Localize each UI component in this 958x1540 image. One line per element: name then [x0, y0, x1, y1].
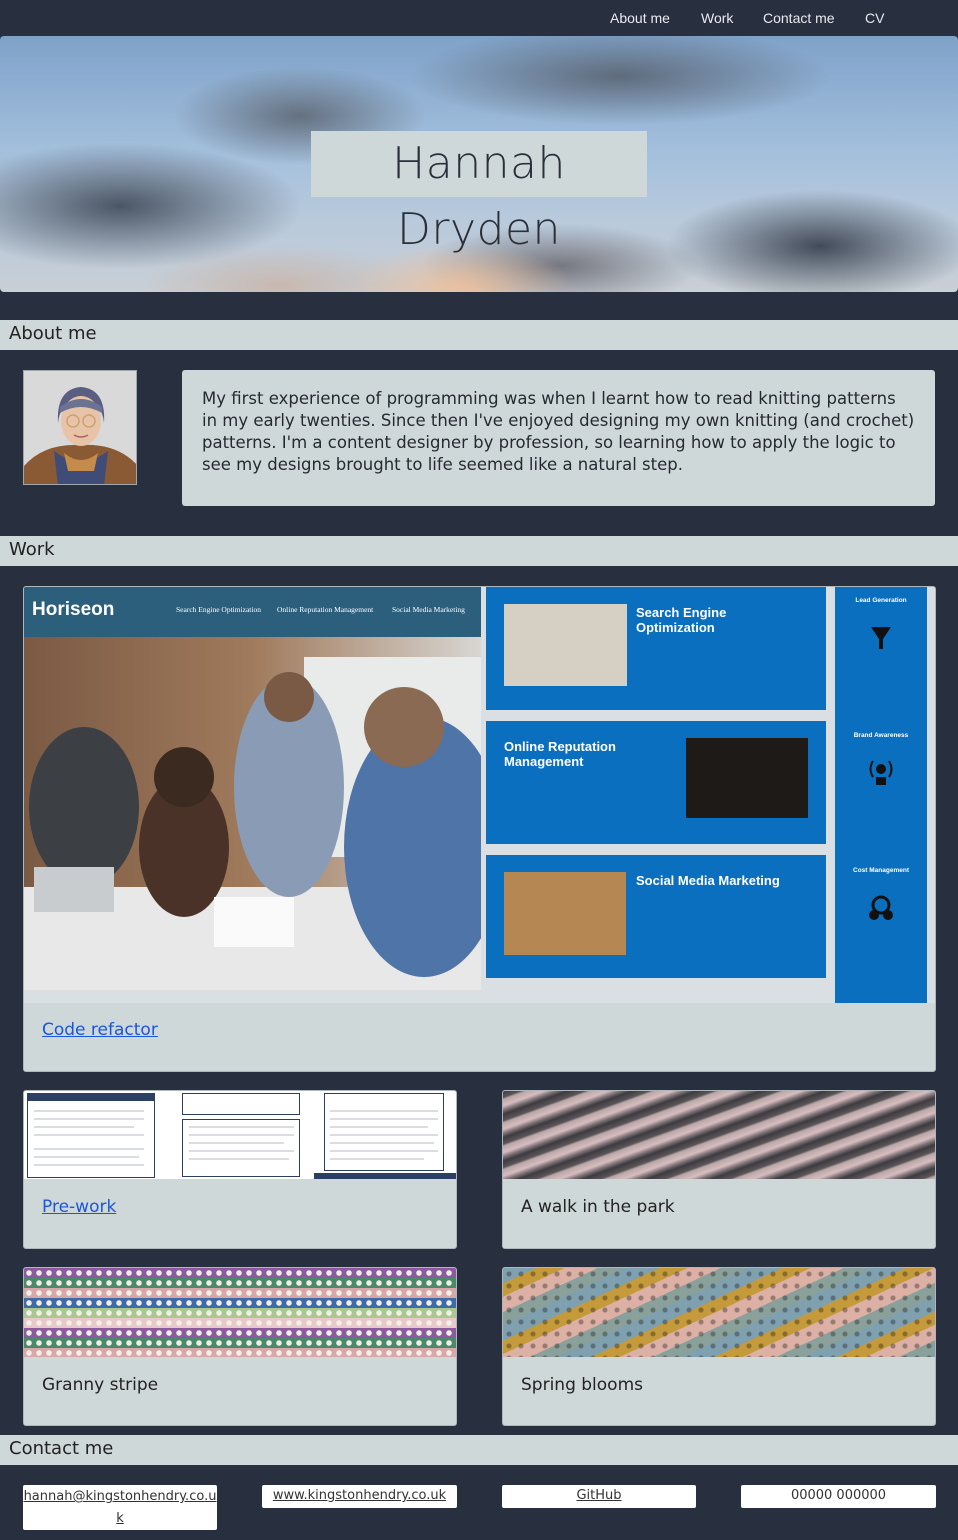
website-link[interactable]: www.kingstonhendry.co.uk [262, 1485, 457, 1508]
horiseon-smm-panel: Social Media Marketing [486, 855, 826, 978]
hero-title: Hannah Dryden [311, 131, 647, 255]
nav-about-me[interactable]: About me [610, 10, 670, 26]
contact-heading: Contact me [9, 1438, 114, 1459]
hero-banner: Hannah Dryden [0, 36, 958, 292]
code-refactor-link[interactable]: Code refactor [42, 1020, 158, 1040]
granny-stripe-card: Granny stripe [23, 1267, 457, 1426]
featured-work-card: Horiseon Search Engine Optimization Onli… [23, 586, 936, 1072]
funnel-icon [869, 623, 893, 653]
broadcast-icon [867, 757, 895, 787]
profile-photo [23, 370, 137, 485]
horiseon-nav-1: Search Engine Optimization [176, 605, 261, 614]
granny-stripe-title: Granny stripe [42, 1375, 159, 1395]
contact-section-header: Contact me [0, 1435, 958, 1465]
horiseon-smm-title: Social Media Marketing [636, 873, 780, 888]
about-text: My first experience of programming was w… [202, 389, 915, 474]
horiseon-side-cost: Cost Management [853, 867, 909, 874]
horiseon-seo-panel: Search Engine Optimization [486, 587, 826, 710]
horiseon-hero-photo [24, 637, 481, 990]
about-card: My first experience of programming was w… [182, 370, 935, 506]
nav-work[interactable]: Work [701, 10, 733, 26]
walk-in-the-park-title: A walk in the park [521, 1197, 675, 1217]
github-link[interactable]: GitHub [502, 1485, 696, 1508]
horiseon-nav-2: Online Reputation Management [277, 605, 374, 614]
horiseon-side-lead: Lead Generation [855, 597, 907, 604]
walk-in-the-park-thumbnail [503, 1091, 935, 1179]
top-nav: About me Work Contact me CV [0, 0, 958, 36]
work-heading: Work [9, 539, 55, 560]
horiseon-orm-panel: Online Reputation Management [486, 721, 826, 844]
pre-work-card: Pre-work [23, 1090, 457, 1249]
phone-number: 00000 000000 [741, 1485, 936, 1508]
walk-in-the-park-card: A walk in the park [502, 1090, 936, 1249]
horiseon-orm-title: Online Reputation Management [504, 739, 616, 769]
work-section-header: Work [0, 536, 958, 566]
horiseon-side-panel: Lead Generation Brand Awareness Cost Man… [835, 587, 927, 1003]
nav-contact-me[interactable]: Contact me [763, 10, 835, 26]
about-heading: About me [9, 323, 97, 344]
horiseon-logo: Horiseon [32, 599, 115, 620]
pre-work-link[interactable]: Pre-work [42, 1197, 116, 1217]
gear-coins-icon [865, 893, 897, 923]
horiseon-seo-title: Search Engine Optimization [636, 605, 727, 635]
horiseon-side-brand: Brand Awareness [853, 732, 909, 739]
horiseon-nav-3: Social Media Marketing [392, 605, 465, 614]
spring-blooms-card: Spring blooms [502, 1267, 936, 1426]
email-link[interactable]: hannah@kingstonhendry.co.uk [23, 1485, 217, 1530]
spring-blooms-title: Spring blooms [521, 1375, 643, 1395]
horiseon-screenshot: Horiseon Search Engine Optimization Onli… [24, 587, 935, 1003]
nav-cv[interactable]: CV [865, 10, 884, 26]
pre-work-thumbnail [24, 1091, 456, 1179]
granny-stripe-thumbnail [24, 1268, 456, 1357]
about-section-header: About me [0, 320, 958, 350]
horiseon-header: Horiseon Search Engine Optimization Onli… [24, 587, 481, 637]
spring-blooms-thumbnail [503, 1268, 935, 1357]
